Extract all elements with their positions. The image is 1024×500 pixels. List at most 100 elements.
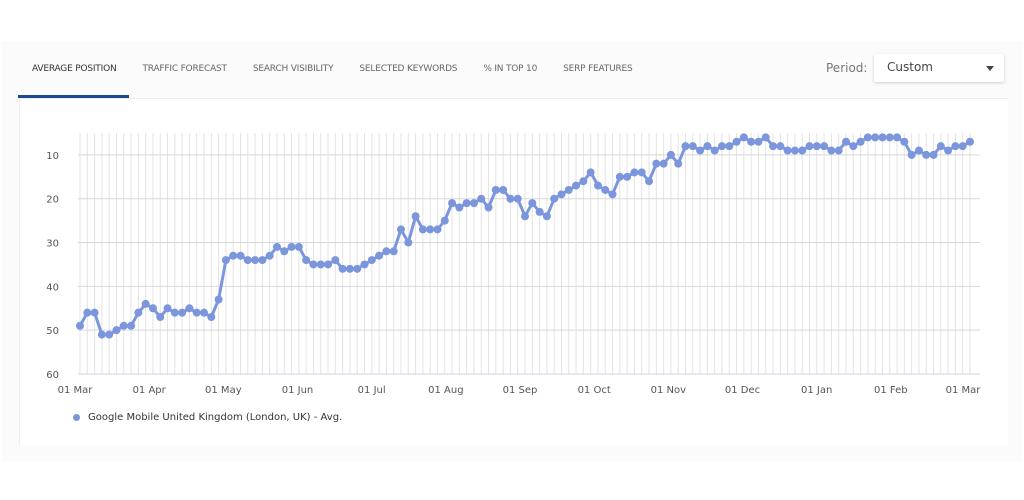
data-point[interactable] xyxy=(944,146,953,155)
data-point[interactable] xyxy=(440,216,449,225)
data-point[interactable] xyxy=(112,326,121,335)
data-point[interactable] xyxy=(579,177,588,186)
data-point[interactable] xyxy=(214,295,223,304)
data-point[interactable] xyxy=(375,251,384,260)
data-point[interactable] xyxy=(243,256,252,265)
data-point[interactable] xyxy=(885,133,894,142)
data-point[interactable] xyxy=(703,142,712,151)
data-point[interactable] xyxy=(396,225,405,234)
data-point[interactable] xyxy=(893,133,902,142)
data-point[interactable] xyxy=(105,330,114,339)
data-point[interactable] xyxy=(783,146,792,155)
data-point[interactable] xyxy=(535,207,544,216)
data-point[interactable] xyxy=(411,212,420,221)
data-point[interactable] xyxy=(637,168,646,177)
data-point[interactable] xyxy=(710,146,719,155)
data-point[interactable] xyxy=(805,142,814,151)
data-point[interactable] xyxy=(521,212,529,221)
data-point[interactable] xyxy=(593,181,602,190)
data-point[interactable] xyxy=(674,159,683,168)
data-point[interactable] xyxy=(484,203,493,212)
data-point[interactable] xyxy=(455,203,464,212)
data-point[interactable] xyxy=(834,146,843,155)
data-point[interactable] xyxy=(272,242,281,251)
data-point[interactable] xyxy=(506,194,515,203)
data-point[interactable] xyxy=(769,142,778,151)
data-point[interactable] xyxy=(929,150,938,159)
data-point[interactable] xyxy=(353,264,362,273)
data-point[interactable] xyxy=(367,256,376,265)
data-point[interactable] xyxy=(528,199,537,208)
data-point[interactable] xyxy=(841,137,850,146)
data-point[interactable] xyxy=(200,308,209,317)
data-point[interactable] xyxy=(958,142,967,151)
data-point[interactable] xyxy=(462,199,471,208)
data-point[interactable] xyxy=(914,146,923,155)
data-point[interactable] xyxy=(871,133,880,142)
data-point[interactable] xyxy=(127,321,136,330)
data-point[interactable] xyxy=(732,137,741,146)
data-point[interactable] xyxy=(907,150,916,159)
data-point[interactable] xyxy=(681,142,690,151)
data-point[interactable] xyxy=(119,321,128,330)
data-point[interactable] xyxy=(265,251,274,260)
data-point[interactable] xyxy=(820,142,829,151)
data-point[interactable] xyxy=(586,168,595,177)
data-point[interactable] xyxy=(83,308,92,317)
data-point[interactable] xyxy=(491,185,500,194)
data-point[interactable] xyxy=(572,181,581,190)
data-point[interactable] xyxy=(776,142,785,151)
data-point[interactable] xyxy=(156,313,165,322)
data-point[interactable] xyxy=(229,251,238,260)
data-point[interactable] xyxy=(615,172,624,181)
data-point[interactable] xyxy=(404,238,413,247)
data-point[interactable] xyxy=(251,256,260,265)
data-point[interactable] xyxy=(863,133,872,142)
data-point[interactable] xyxy=(761,133,770,142)
data-point[interactable] xyxy=(426,225,435,234)
data-point[interactable] xyxy=(163,304,172,313)
data-point[interactable] xyxy=(623,172,632,181)
data-point[interactable] xyxy=(309,260,318,269)
data-point[interactable] xyxy=(652,159,661,168)
data-point[interactable] xyxy=(717,142,726,151)
data-point[interactable] xyxy=(557,190,566,199)
data-point[interactable] xyxy=(448,199,457,208)
data-point[interactable] xyxy=(477,194,486,203)
data-point[interactable] xyxy=(659,159,668,168)
data-point[interactable] xyxy=(688,142,697,151)
data-point[interactable] xyxy=(433,225,442,234)
data-point[interactable] xyxy=(790,146,799,155)
data-point[interactable] xyxy=(747,137,756,146)
data-point[interactable] xyxy=(258,256,267,265)
data-point[interactable] xyxy=(178,308,187,317)
data-point[interactable] xyxy=(469,199,478,208)
data-point[interactable] xyxy=(97,330,106,339)
data-point[interactable] xyxy=(849,142,858,151)
data-point[interactable] xyxy=(221,256,230,265)
data-point[interactable] xyxy=(966,137,974,146)
data-point[interactable] xyxy=(389,247,398,256)
data-point[interactable] xyxy=(134,308,143,317)
data-point[interactable] xyxy=(812,142,821,151)
data-point[interactable] xyxy=(725,142,734,151)
data-point[interactable] xyxy=(170,308,179,317)
data-point[interactable] xyxy=(360,260,369,269)
data-point[interactable] xyxy=(608,190,617,199)
data-point[interactable] xyxy=(236,251,245,260)
data-point[interactable] xyxy=(696,146,705,155)
data-point[interactable] xyxy=(499,185,508,194)
data-point[interactable] xyxy=(76,321,84,330)
data-point[interactable] xyxy=(542,212,551,221)
data-point[interactable] xyxy=(754,137,763,146)
data-point[interactable] xyxy=(739,133,748,142)
data-point[interactable] xyxy=(338,264,347,273)
data-point[interactable] xyxy=(856,137,865,146)
data-point[interactable] xyxy=(951,142,960,151)
data-point[interactable] xyxy=(382,247,391,256)
data-point[interactable] xyxy=(345,264,354,273)
data-point[interactable] xyxy=(936,142,945,151)
data-point[interactable] xyxy=(827,146,836,155)
data-point[interactable] xyxy=(294,242,303,251)
data-point[interactable] xyxy=(324,260,333,269)
